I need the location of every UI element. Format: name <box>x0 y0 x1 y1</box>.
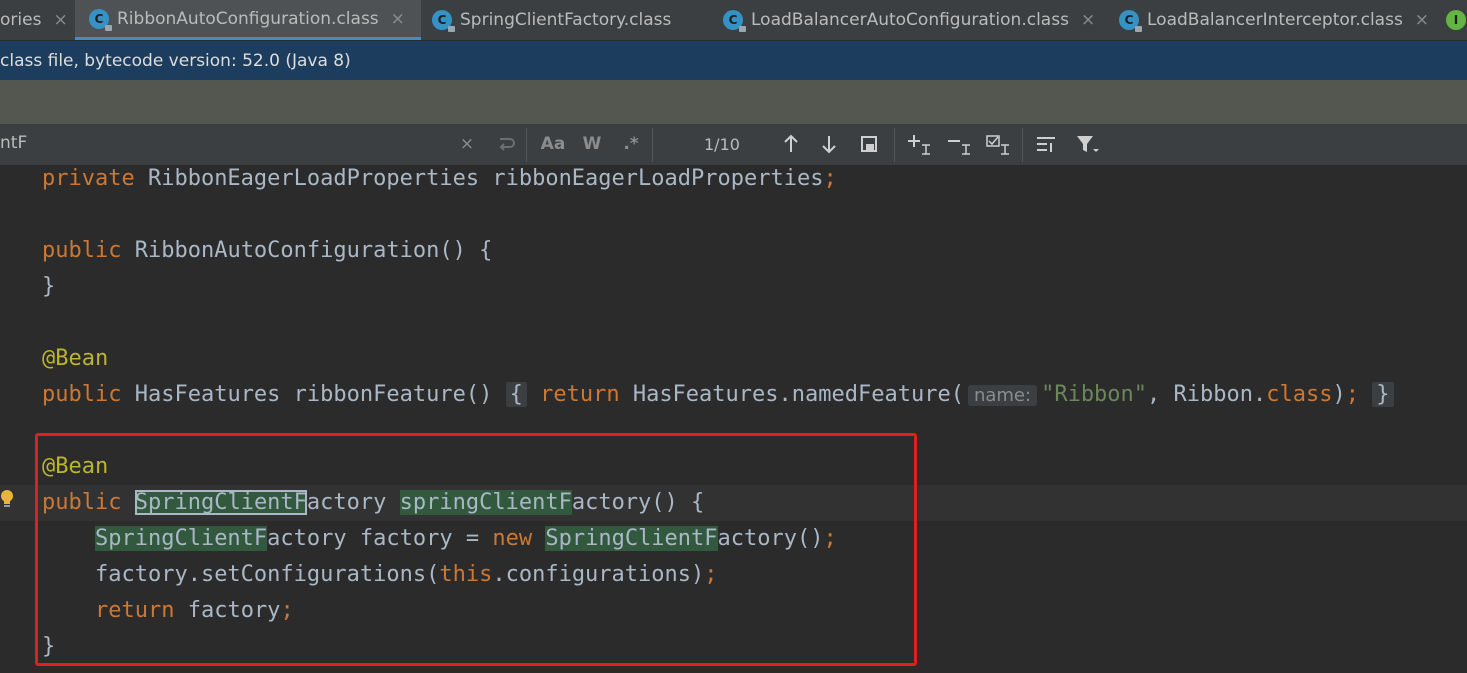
remove-occurrence-icon[interactable] <box>944 130 974 158</box>
code-line: private RibbonEagerLoadProperties ribbon… <box>42 166 837 191</box>
tab-label: LoadBalancerAutoConfiguration.class <box>751 10 1069 30</box>
find-bar: ntF × Aa W .* 1/10 <box>0 124 1467 166</box>
tab-spring-client-factory[interactable]: C SpringClientFactory.class <box>432 0 712 40</box>
match-case-button[interactable]: Aa <box>538 130 568 158</box>
folded-region[interactable]: { <box>505 382 527 407</box>
class-file-icon: C <box>89 8 112 31</box>
separator <box>894 128 895 162</box>
class-file-icon: C <box>432 10 455 32</box>
whole-words-button[interactable]: W <box>578 130 606 158</box>
add-occurrence-icon[interactable] <box>904 130 934 158</box>
editor-tab-bar: ories × C RibbonAutoConfiguration.class … <box>0 0 1467 41</box>
close-icon[interactable]: × <box>391 9 405 29</box>
filter-search-results-icon[interactable] <box>1072 130 1102 158</box>
tab-ories[interactable]: ories × <box>0 0 75 40</box>
lightbulb-icon[interactable] <box>0 489 14 509</box>
code-line: public RibbonAutoConfiguration() { <box>42 238 493 263</box>
tab-load-balancer-auto-configuration[interactable]: C LoadBalancerAutoConfiguration.class × <box>723 0 1113 40</box>
next-occurrence-icon[interactable] <box>816 130 842 158</box>
close-icon[interactable]: × <box>1081 10 1095 30</box>
separator <box>652 128 653 162</box>
regex-button[interactable]: .* <box>617 130 645 158</box>
select-all-occurrences-icon[interactable] <box>983 130 1013 158</box>
filter-lines-icon[interactable] <box>1032 130 1060 158</box>
decompiled-info-banner: class file, bytecode version: 52.0 (Java… <box>0 41 1467 80</box>
toolbar-strip <box>0 80 1467 124</box>
match-count: 1/10 <box>704 135 740 154</box>
highlight-annotation-box <box>35 433 917 666</box>
bytecode-version-text: class file, bytecode version: 52.0 (Java… <box>0 50 351 71</box>
parameter-hint: name: <box>967 385 1038 406</box>
class-file-icon: C <box>1119 10 1142 32</box>
clear-search-icon[interactable]: × <box>456 130 478 158</box>
tab-ribbon-auto-configuration[interactable]: C RibbonAutoConfiguration.class × <box>75 0 421 40</box>
close-icon[interactable]: × <box>53 10 67 30</box>
code-line: } <box>42 274 56 299</box>
tab-label: SpringClientFactory.class <box>460 10 672 30</box>
search-input[interactable]: ntF <box>0 133 27 153</box>
separator <box>1022 128 1023 162</box>
code-line: @Bean <box>42 346 109 371</box>
tab-load-balancer-interceptor[interactable]: C LoadBalancerInterceptor.class × <box>1119 0 1439 40</box>
tab-label: ories <box>0 10 42 30</box>
tab-overflow[interactable]: I <box>1446 0 1467 40</box>
close-icon[interactable]: × <box>1415 10 1429 30</box>
tab-label: LoadBalancerInterceptor.class <box>1147 10 1403 30</box>
code-editor[interactable]: private RibbonEagerLoadProperties ribbon… <box>0 165 1467 673</box>
replace-toggle-icon[interactable] <box>494 130 518 158</box>
tab-label: RibbonAutoConfiguration.class <box>117 8 379 29</box>
open-in-window-icon[interactable] <box>856 130 882 158</box>
separator <box>526 128 527 162</box>
code-line: public HasFeatures ribbonFeature() { ret… <box>42 377 1394 413</box>
folded-region[interactable]: } <box>1372 382 1394 407</box>
previous-occurrence-icon[interactable] <box>778 130 804 158</box>
interface-file-icon: I <box>1446 10 1466 30</box>
class-file-icon: C <box>723 10 746 32</box>
